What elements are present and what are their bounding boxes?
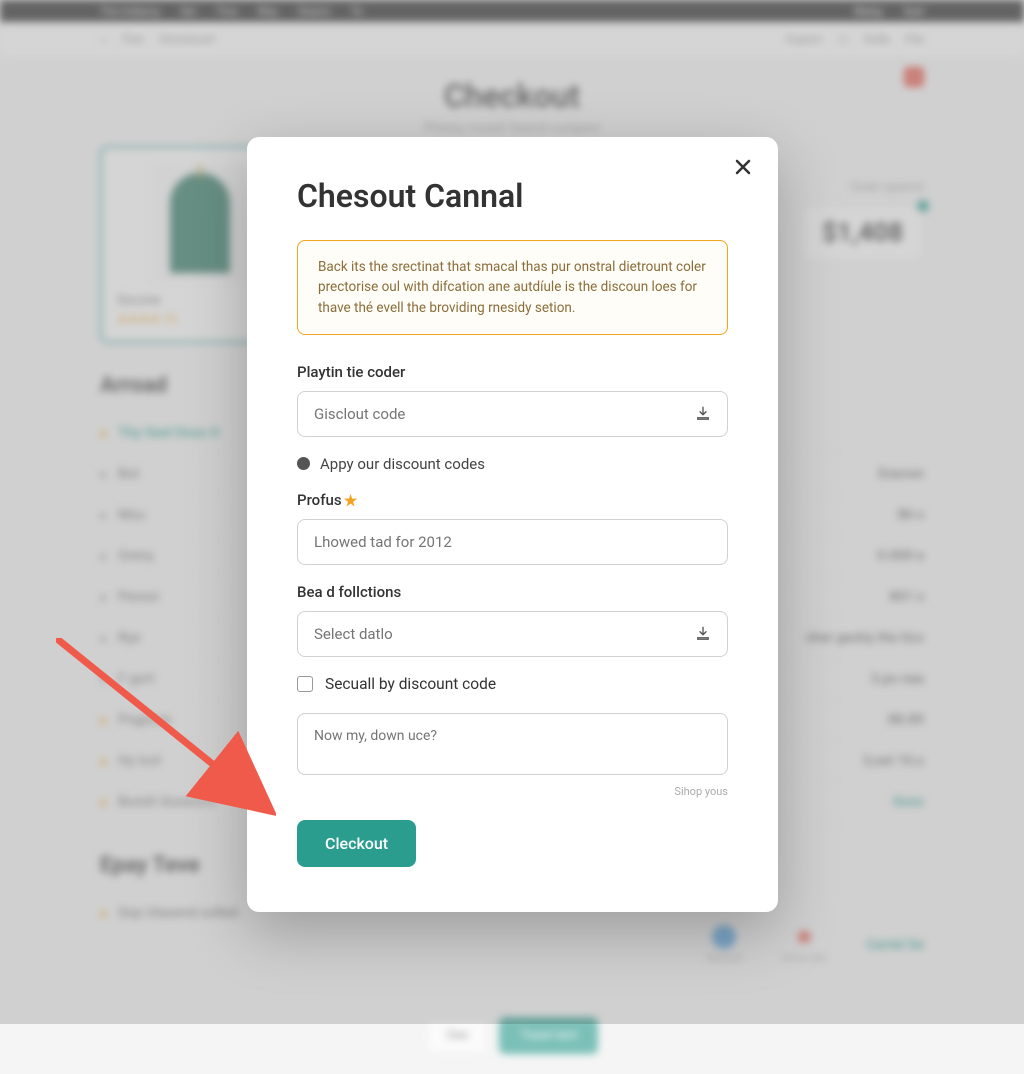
coder-label: Playtin tie coder	[297, 363, 728, 381]
discount-code-checkbox[interactable]: Secuall by discount code	[297, 675, 728, 693]
close-icon[interactable]	[733, 157, 753, 181]
notes-textarea[interactable]	[297, 713, 728, 775]
star-icon	[344, 494, 358, 508]
checkbox-icon	[297, 676, 313, 692]
profus-label: Profus	[297, 491, 728, 509]
apply-discount-radio[interactable]: Appy our discount codes	[297, 455, 728, 473]
download-icon	[694, 405, 712, 423]
download-icon	[694, 625, 712, 643]
radio-icon	[297, 457, 310, 470]
date-select[interactable]	[297, 611, 728, 657]
follctions-label: Bea d follctions	[297, 583, 728, 601]
modal-title: Chesout Cannal	[297, 177, 728, 215]
helper-text: Sihop yous	[297, 785, 728, 798]
checkout-button[interactable]: Cleckout	[297, 820, 416, 867]
discount-code-select[interactable]	[297, 391, 728, 437]
profus-input[interactable]	[297, 519, 728, 565]
alert-message: Back its the srectinat that smacal thas …	[297, 240, 728, 335]
checkout-modal: Chesout Cannal Back its the srectinat th…	[247, 137, 778, 912]
